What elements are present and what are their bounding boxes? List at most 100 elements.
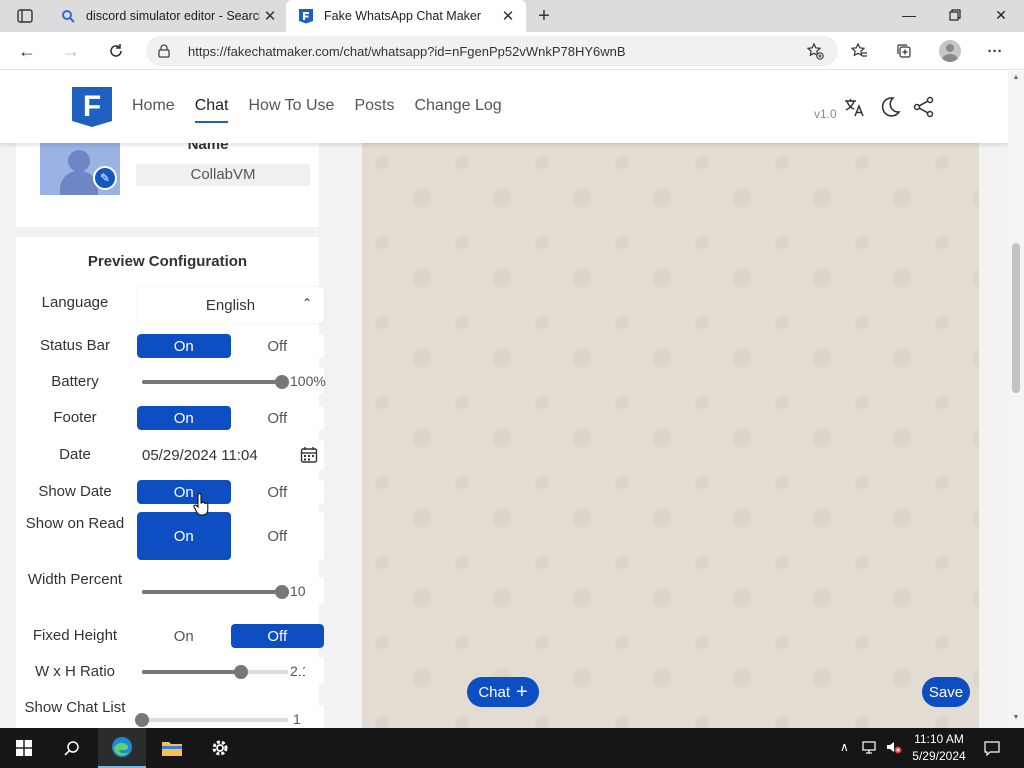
show-date-toggle: On Off [137, 480, 324, 504]
width-percent-value: 100 [290, 583, 305, 599]
slider-knob[interactable] [234, 665, 249, 679]
calendar-icon[interactable] [300, 446, 318, 464]
scrollbar-thumb[interactable] [1012, 243, 1020, 393]
status-bar-off-button[interactable]: Off [231, 334, 325, 358]
fixed-height-off-button[interactable]: Off [230, 624, 324, 648]
fixed-height-label: Fixed Height [32, 627, 118, 644]
settings-gear-icon[interactable] [196, 728, 244, 768]
preview-configuration-panel: Preview Configuration Language English ⌃… [16, 237, 326, 728]
system-clock[interactable]: 11:10 AM 5/29/2024 [906, 731, 972, 765]
wh-ratio-value: 2.1 [290, 663, 305, 679]
slider-knob[interactable] [275, 375, 289, 389]
file-explorer-icon[interactable] [148, 728, 196, 768]
dark-mode-moon-icon[interactable] [878, 95, 902, 119]
date-value: 05/29/2024 11:04 [142, 446, 258, 464]
restore-icon[interactable] [932, 0, 978, 30]
browser-tab-bar: discord simulator editor - Search ✕ Fake… [0, 0, 1024, 32]
wh-ratio-label: W x H Ratio [34, 663, 115, 680]
footer-toggle: On Off [137, 406, 324, 430]
translate-icon[interactable] [842, 95, 866, 119]
chat-preview-area: Chat + Save [362, 143, 979, 728]
volume-muted-icon[interactable] [886, 740, 902, 757]
favorites-icon[interactable] [848, 40, 870, 62]
pencil-edit-icon[interactable]: ✎ [93, 166, 117, 190]
forward-icon[interactable]: → [58, 38, 84, 64]
refresh-icon[interactable] [103, 38, 129, 64]
status-bar-on-button[interactable]: On [137, 334, 231, 358]
show-date-off-button[interactable]: Off [231, 480, 325, 504]
notifications-icon[interactable] [984, 740, 1000, 759]
chat-button-label: Chat [478, 683, 510, 701]
edge-browser-icon[interactable] [98, 728, 146, 768]
tab-search[interactable]: discord simulator editor - Search ✕ [48, 0, 288, 32]
show-date-on-button[interactable]: On [137, 480, 231, 504]
profile-card: ✎ Name CollabVM [16, 131, 319, 227]
minimize-icon[interactable]: — [886, 0, 932, 30]
show-date-label: Show Date [38, 483, 112, 500]
updown-chevron-icon: ⌃ [301, 296, 312, 310]
status-bar-toggle: On Off [137, 334, 324, 358]
windows-start-icon[interactable] [0, 728, 48, 768]
close-icon[interactable]: ✕ [498, 6, 518, 26]
more-menu-icon[interactable]: ··· [984, 40, 1006, 62]
show-chat-list-value: 1 [293, 711, 301, 727]
tab-whatsapp-maker[interactable]: Fake WhatsApp Chat Maker ✕ [286, 0, 526, 32]
show-on-read-off-button[interactable]: Off [231, 512, 325, 560]
close-icon[interactable]: ✕ [260, 6, 280, 26]
language-select[interactable]: English ⌃ [137, 287, 324, 323]
footer-off-button[interactable]: Off [231, 406, 325, 430]
fixed-height-toggle: On Off [137, 624, 324, 648]
language-value: English [205, 296, 256, 314]
name-input[interactable]: CollabVM [136, 164, 310, 186]
width-percent-slider[interactable]: 100 [137, 577, 324, 605]
search-icon[interactable] [48, 728, 96, 768]
battery-slider[interactable]: 100% [137, 367, 326, 395]
new-tab-icon[interactable]: + [532, 4, 556, 28]
plus-icon: + [516, 681, 528, 703]
collections-icon[interactable] [893, 40, 915, 62]
back-icon[interactable]: ← [14, 38, 40, 64]
save-button[interactable]: Save [922, 677, 970, 707]
show-on-read-toggle: On Off [137, 512, 324, 560]
slider-track [142, 375, 289, 389]
slider-fill [142, 380, 282, 384]
battery-label: Battery [51, 373, 99, 390]
slider-knob[interactable] [275, 585, 289, 599]
footer-on-button[interactable]: On [137, 406, 231, 430]
site-logo[interactable]: F [72, 87, 112, 127]
nav-chat[interactable]: Chat [194, 97, 229, 123]
scroll-up-icon[interactable]: ▲ [1012, 74, 1020, 81]
date-label: Date [59, 446, 91, 463]
person-icon [68, 150, 90, 172]
add-favorite-icon[interactable] [806, 42, 824, 60]
main-nav: Home Chat How To Use Posts Change Log [132, 97, 502, 123]
scroll-down-icon[interactable]: ▼ [1012, 714, 1020, 721]
site-favicon-icon [298, 8, 314, 24]
tab-actions-icon[interactable] [8, 6, 42, 26]
slider-fill [142, 670, 242, 674]
chat-add-button[interactable]: Chat + [467, 677, 539, 707]
nav-home[interactable]: Home [132, 97, 175, 123]
profile-avatar-icon[interactable] [939, 40, 961, 62]
wh-ratio-slider[interactable]: 2.1 [137, 657, 324, 685]
show-chat-list-slider[interactable]: 1 [135, 705, 324, 728]
date-input[interactable]: 05/29/2024 11:04 [137, 440, 324, 470]
tray-chevron-up-icon[interactable]: ∧ [840, 740, 849, 754]
window-close-icon[interactable]: ✕ [978, 0, 1024, 30]
lock-icon [158, 44, 174, 58]
status-bar-label: Status Bar [39, 337, 111, 354]
network-icon[interactable] [862, 740, 878, 757]
nav-change-log[interactable]: Change Log [414, 97, 501, 123]
slider-fill [142, 590, 282, 594]
slider-knob[interactable] [135, 713, 149, 727]
share-icon[interactable] [912, 95, 936, 119]
page-scrollbar[interactable]: ▲ ▼ [1008, 71, 1024, 728]
fixed-height-on-button[interactable]: On [137, 624, 231, 648]
show-on-read-on-button[interactable]: On [137, 512, 231, 560]
url-field[interactable]: https://fakechatmaker.com/chat/whatsapp?… [146, 36, 838, 66]
version-label: v1.0 [814, 107, 837, 121]
tab-title: Fake WhatsApp Chat Maker [324, 9, 482, 23]
nav-posts[interactable]: Posts [354, 97, 394, 123]
nav-how-to-use[interactable]: How To Use [248, 97, 334, 123]
show-on-read-label: Show on Read [25, 515, 125, 532]
